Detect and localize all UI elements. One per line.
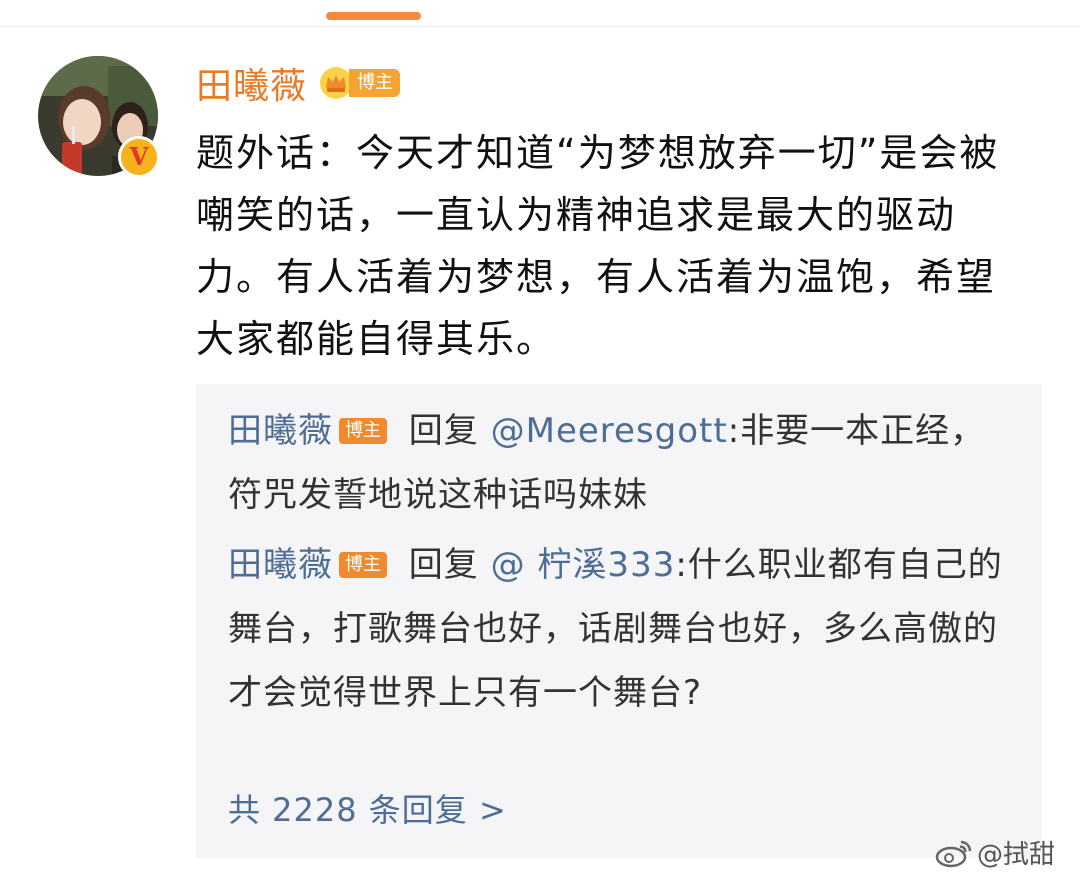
author-name[interactable]: 田曦薇 xyxy=(196,57,307,109)
reply-mention[interactable]: @ 柠溪333 xyxy=(491,545,676,585)
reply-box: 田曦薇 博主 回复 @Meeresgott:非要一本正经，符咒发誓地说这种话吗妹妹… xyxy=(196,384,1042,858)
reply-item[interactable]: 田曦薇 博主 回复 @ 柠溪333:什么职业都有自己的舞台，打歌舞台也好，话剧舞台… xyxy=(228,533,1018,725)
crown-icon xyxy=(320,67,353,99)
verified-badge-icon: V xyxy=(118,136,160,178)
badge-label: 博主 xyxy=(349,69,401,97)
weibo-icon xyxy=(935,840,972,867)
post-text: 题外话：今天才知道“为梦想放弃一切”是会被嘲笑的话，一直认为精神追求是最大的驱动… xyxy=(196,131,1000,361)
tab-indicator xyxy=(326,12,421,20)
reply-action: 回复 xyxy=(397,411,491,451)
reply-author[interactable]: 田曦薇 xyxy=(228,411,333,451)
reply-mention[interactable]: @Meeresgott xyxy=(491,411,728,451)
watermark: @拭甜 xyxy=(935,834,1055,871)
reply-author[interactable]: 田曦薇 xyxy=(228,545,333,585)
post-header: 田曦薇 博主 xyxy=(196,57,401,109)
reply-author-badge: 博主 xyxy=(339,418,387,444)
reply-item[interactable]: 田曦薇 博主 回复 @Meeresgott:非要一本正经，符咒发誓地说这种话吗妹妹 xyxy=(228,399,1018,527)
view-all-replies-link[interactable]: 共 2228 条回复 > xyxy=(228,782,507,838)
blogger-badge: 博主 xyxy=(319,66,401,100)
top-bar xyxy=(0,0,1080,27)
reply-author-badge: 博主 xyxy=(339,552,387,578)
reply-action: 回复 xyxy=(397,545,491,585)
watermark-text: @拭甜 xyxy=(977,840,1056,870)
